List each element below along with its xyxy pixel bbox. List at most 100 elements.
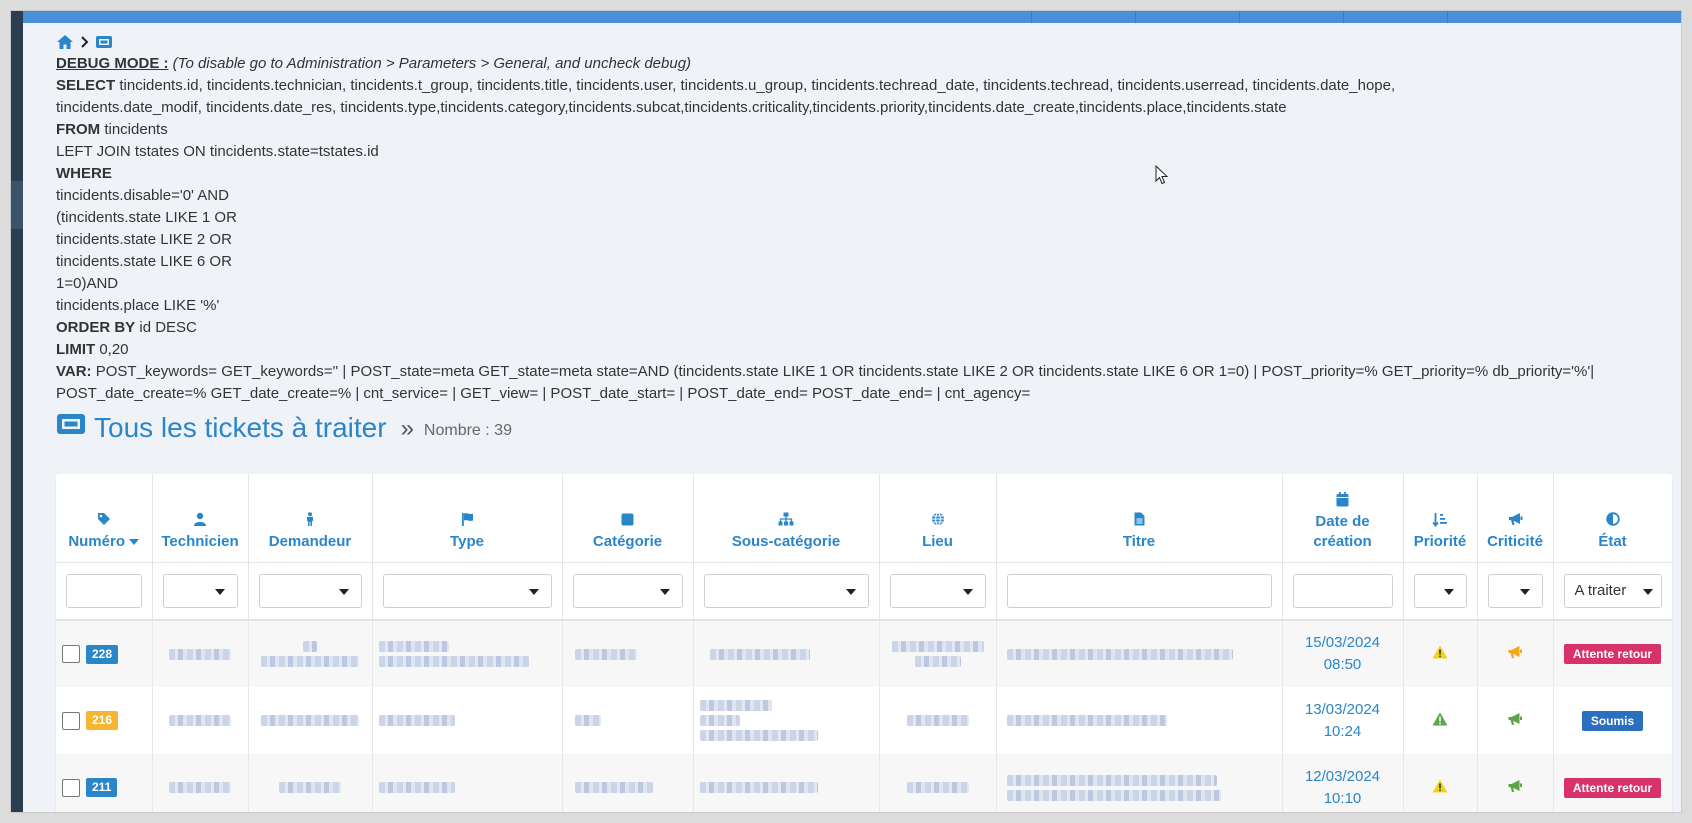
redacted-text (574, 715, 601, 726)
row-checkbox[interactable] (62, 645, 80, 663)
redacted-text (574, 782, 653, 793)
row-checkbox[interactable] (62, 711, 80, 730)
table-row[interactable]: 211 12/03/2024 10:10 Attente retour (56, 754, 1672, 812)
col-header-type[interactable]: Type (372, 474, 563, 563)
sql-keyword: ORDER BY (56, 319, 136, 336)
type-filter-select[interactable] (382, 573, 552, 608)
titre-filter-input[interactable] (1006, 573, 1272, 608)
sql-select-text: tincidents.id, tincidents.technician, ti… (56, 77, 1396, 116)
col-header-demandeur[interactable]: Demandeur (248, 474, 373, 563)
redacted-text (699, 730, 818, 741)
sql-limit-text: 0,20 (99, 341, 129, 358)
col-label: Technicien (161, 532, 239, 550)
etat-filter-select[interactable]: A traiter (1563, 573, 1662, 608)
globe-icon (884, 512, 992, 530)
redacted-text (1006, 774, 1217, 786)
cell-sous-categorie (693, 754, 880, 812)
cell-demandeur (248, 620, 373, 687)
ticket-number-badge[interactable]: 228 (86, 644, 119, 664)
cell-etat: Soumis (1553, 687, 1672, 754)
caret-down-icon (962, 588, 973, 595)
debug-note: (To disable go to Administration > Param… (172, 55, 692, 72)
demandeur-filter-select[interactable] (258, 573, 362, 608)
col-header-sous-categorie[interactable]: Sous-catégorie (693, 474, 880, 563)
cell-sous-categorie (693, 687, 880, 754)
ticket-number-badge[interactable]: 216 (86, 711, 119, 730)
col-label: Catégorie (592, 532, 663, 550)
sql-keyword: LIMIT (56, 341, 96, 358)
ticket-number-badge[interactable]: 211 (86, 778, 118, 797)
redacted-text (906, 715, 969, 726)
redacted-text (261, 715, 359, 726)
technicien-filter-select[interactable] (162, 573, 238, 608)
col-header-lieu[interactable]: Lieu (879, 474, 997, 563)
redacted-text (914, 656, 961, 667)
redacted-text (1006, 789, 1221, 801)
ticket-count: Nombre : 39 (423, 422, 512, 439)
cell-priorite (1403, 620, 1478, 687)
sql-order-text: id DESC (139, 319, 197, 336)
table-row[interactable]: 216 13/03/2024 10:24 Soumis (56, 687, 1672, 754)
cell-titre (996, 754, 1283, 812)
priorite-filter-select[interactable] (1413, 573, 1467, 608)
col-header-technicien[interactable]: Technicien (152, 474, 249, 563)
date-value: 12/03/2024 (1304, 767, 1381, 785)
lieu-filter-select[interactable] (889, 573, 986, 608)
table-row[interactable]: 228 15/03/2024 08:50 Attente retour (56, 620, 1672, 687)
cell-criticite (1477, 620, 1554, 687)
filter-cell: A traiter (1553, 562, 1672, 621)
sort-down-icon[interactable] (129, 538, 140, 545)
caret-down-icon (1443, 588, 1454, 595)
filter-cell (372, 562, 563, 621)
warning-icon (1432, 712, 1448, 730)
page-title: Tous les tickets à traiter (94, 412, 387, 443)
mouse-cursor-icon (1155, 164, 1169, 190)
redacted-text (261, 656, 359, 667)
categorie-filter-select[interactable] (572, 573, 683, 608)
cell-type (372, 754, 563, 812)
col-header-numero[interactable]: Numéro (56, 474, 153, 563)
row-checkbox[interactable] (62, 778, 80, 797)
page-title-row: Tous les tickets à traiter » Nombre : 39 (56, 411, 1681, 443)
home-icon[interactable] (56, 34, 74, 50)
col-label: Type (450, 532, 484, 550)
cell-titre (996, 620, 1283, 687)
caret-down-icon (1642, 588, 1653, 595)
ticket-icon[interactable] (95, 35, 113, 49)
col-header-criticite[interactable]: Criticité (1477, 474, 1554, 563)
cell-categorie (562, 620, 694, 687)
col-header-etat[interactable]: État (1553, 474, 1672, 563)
bullhorn-icon (1482, 512, 1549, 530)
redacted-text (699, 782, 818, 793)
redacted-text (378, 656, 529, 667)
cell-technicien (152, 687, 249, 754)
double-chevron-icon: » (400, 415, 414, 442)
redacted-text (169, 782, 231, 793)
debug-where-line: tincidents.place LIKE '%' (56, 297, 220, 314)
redacted-text (303, 641, 317, 652)
col-label: Lieu (922, 532, 953, 550)
debug-join: LEFT JOIN tstates ON tincidents.state=ts… (56, 143, 379, 160)
sql-keyword: VAR: (56, 363, 92, 380)
col-label: Date de (1315, 512, 1370, 530)
state-badge: Attente retour (1563, 644, 1662, 664)
col-header-titre[interactable]: Titre (996, 474, 1283, 563)
criticite-filter-select[interactable] (1487, 573, 1543, 608)
debug-where-keyword: WHERE (56, 165, 112, 182)
cell-date: 12/03/2024 10:10 (1282, 754, 1404, 812)
date-filter-input[interactable] (1292, 573, 1393, 608)
cell-type (372, 620, 563, 687)
cell-categorie (562, 754, 694, 812)
half-circle-icon (1558, 511, 1668, 530)
redacted-text (378, 715, 455, 726)
col-label: Sous-catégorie (731, 532, 841, 550)
cell-technicien (152, 620, 249, 687)
cell-numero: 228 (56, 620, 153, 687)
caret-down-icon (659, 588, 670, 595)
numero-filter-input[interactable] (66, 573, 142, 608)
col-header-categorie[interactable]: Catégorie (562, 474, 694, 563)
col-header-priorite[interactable]: Priorité (1403, 474, 1478, 563)
col-header-date-creation[interactable]: Date de création (1282, 474, 1404, 563)
sous-categorie-filter-select[interactable] (703, 573, 869, 608)
debug-var: VAR: POST_keywords= GET_keywords='' | PO… (56, 361, 1596, 405)
